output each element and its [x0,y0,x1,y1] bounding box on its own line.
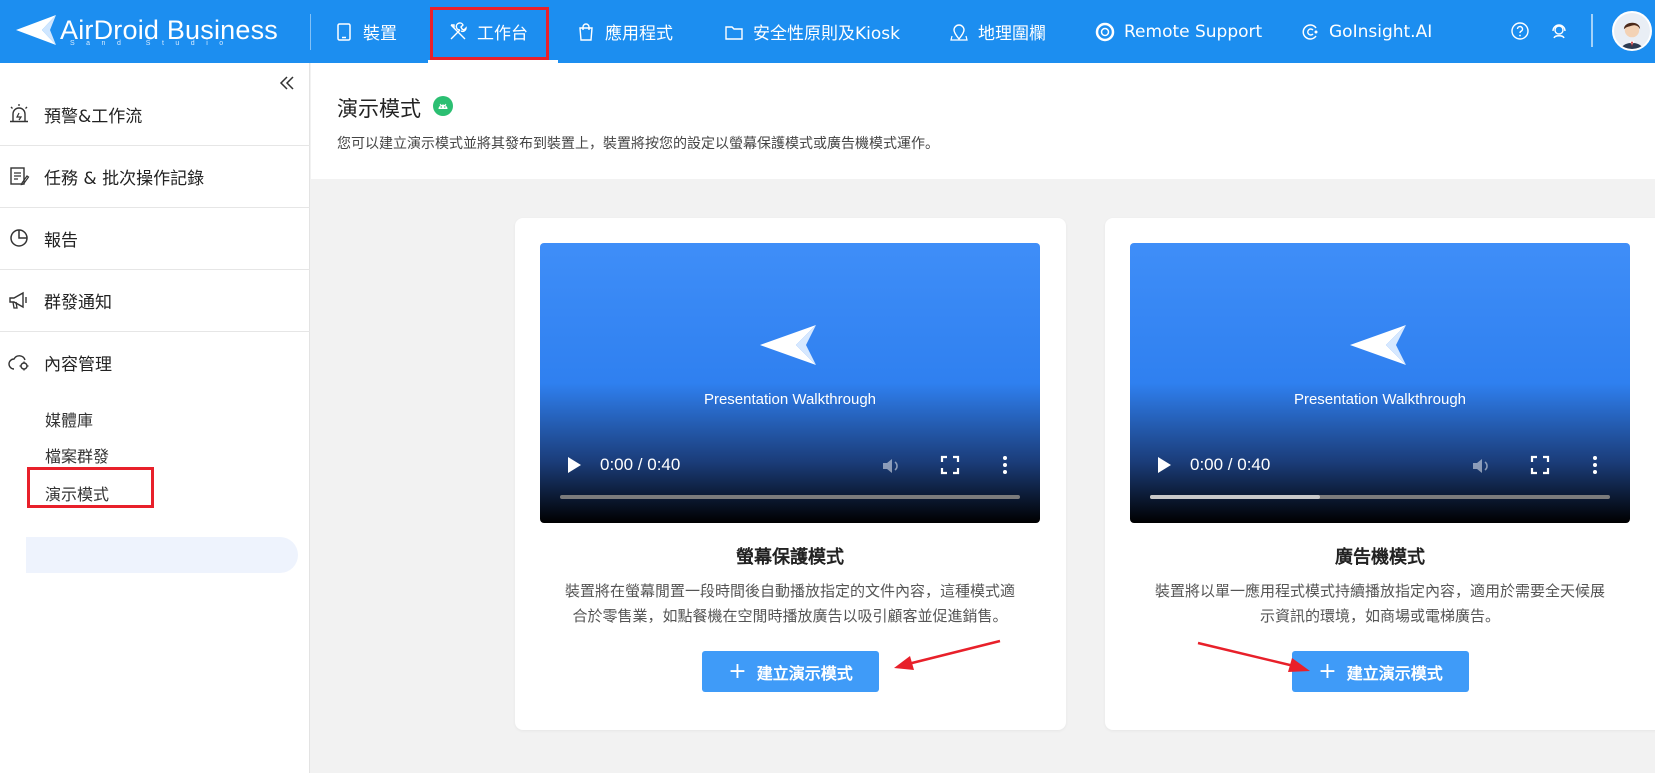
airdroid-logo[interactable]: AirDroid Business Sand Studio [14,10,284,50]
description-line: 合於零售業，如點餐機在空閒時播放廣告以吸引顧客並促進銷售。 [572,607,1008,625]
card-title: 廣告機模式 [1335,547,1425,568]
annotation-arrow [1197,641,1310,672]
sidebar-subitem-media-library[interactable]: 媒體庫 [45,407,93,431]
nav-geofence[interactable]: 地理圍欄 [949,0,1046,63]
video-player[interactable]: Presentation Walkthrough 0:00 / 0:40 [540,243,1040,523]
support-icon[interactable] [1549,21,1569,41]
top-nav-bar: AirDroid Business Sand Studio 裝置 工作台 應用程… [0,0,1655,63]
description-line: 裝置將在螢幕閒置一段時間後自動播放指定的文件內容，這種模式適 [564,582,1015,600]
video-progress-bar[interactable] [1150,495,1610,499]
button-label: 建立演示模式 [756,663,853,683]
folder-icon [725,25,743,40]
sidebar: 預警&工作流 任務 & 批次操作記錄 報告 群發通知 內容管理 媒體庫 檔案群發… [0,63,310,773]
card-title: 螢幕保護模式 [736,547,844,568]
nav-label: GoInsight.AI [1329,21,1433,42]
page-title: 演示模式 [337,97,421,121]
play-icon[interactable] [565,455,583,475]
more-options-icon[interactable] [1592,455,1598,475]
sidebar-item-reports[interactable]: 報告 [0,207,310,270]
description-line: 裝置將以單一應用程式模式持續播放指定內容，適用於需要全天候展 [1154,582,1605,600]
nav-policy-kiosk[interactable]: 安全性原則及Kiosk [724,0,900,63]
card-description: 裝置將以單一應用程式模式持續播放指定內容，適用於需要全天候展 示資訊的環境，如商… [1135,579,1625,629]
video-player[interactable]: Presentation Walkthrough 0:00 / 0:40 [1130,243,1630,523]
sidebar-item-task-log[interactable]: 任務 & 批次操作記錄 [0,145,310,208]
button-label: 建立演示模式 [1346,663,1443,683]
paper-plane-logo-icon [1350,325,1406,365]
avatar-icon [1614,13,1650,49]
android-icon [433,96,453,116]
sidebar-item-label: 任務 & 批次操作記錄 [44,168,205,189]
nav-label: 裝置 [363,24,397,44]
pie-chart-icon [10,229,28,247]
help-icon[interactable] [1510,21,1530,41]
description-line: 示資訊的環境，如商場或電梯廣告。 [1259,607,1500,625]
task-log-icon [10,167,30,186]
nav-label: 安全性原則及Kiosk [753,24,900,44]
user-avatar[interactable] [1612,11,1652,51]
annotation-arrow [894,639,1001,670]
divider [310,14,311,50]
plus-icon: + [728,658,747,684]
sidebar-item-label: 預警&工作流 [44,106,143,127]
nav-apps[interactable]: 應用程式 [576,0,673,63]
sidebar-item-label: 報告 [44,230,78,251]
nav-devices[interactable]: 裝置 [334,0,397,63]
cloud-gear-icon [8,354,29,370]
video-buffer-fill [1150,495,1321,499]
highlight-box-workbench [430,7,549,60]
page-description: 您可以建立演示模式並將其發布到裝置上，裝置將按您的設定以螢幕保護模式或廣告機模式… [337,136,939,152]
logo-subtext: Sand Studio [70,40,235,47]
divider [1591,14,1593,47]
play-icon[interactable] [1155,455,1173,475]
sidebar-subitem-file-transfer[interactable]: 檔案群發 [45,443,109,467]
active-item-background [26,537,298,573]
paper-plane-logo-icon [16,15,56,45]
shopping-bag-icon [579,22,593,41]
map-pin-icon [950,23,968,41]
nav-label: Remote Support [1124,21,1263,42]
nav-label: 應用程式 [605,24,673,44]
card-description: 裝置將在螢幕閒置一段時間後自動播放指定的文件內容，這種模式適 合於零售業，如點餐… [545,579,1035,629]
video-title: Presentation Walkthrough [703,391,877,408]
video-title: Presentation Walkthrough [1293,391,1467,408]
video-progress-bar[interactable] [560,495,1020,499]
plus-icon: + [1318,658,1337,684]
sidebar-item-label: 群發通知 [44,292,112,313]
signage-mode-card: Presentation Walkthrough 0:00 / 0:40 廣告機… [1105,218,1655,730]
megaphone-icon [9,291,27,309]
fullscreen-icon[interactable] [940,455,960,475]
page-header: 演示模式 您可以建立演示模式並將其發布到裝置上，裝置將按您的設定以螢幕保護模式或… [311,63,1655,179]
insight-icon [1302,23,1318,40]
video-time: 0:00 / 0:40 [1190,455,1271,474]
lifebuoy-icon [1095,22,1115,41]
highlight-box-presentation-mode [27,467,154,508]
video-time: 0:00 / 0:40 [600,455,681,474]
create-presentation-button[interactable]: + 建立演示模式 [702,651,879,692]
tablet-icon [337,22,351,41]
sidebar-item-broadcast[interactable]: 群發通知 [0,269,310,332]
more-options-icon[interactable] [1002,455,1008,475]
fullscreen-icon[interactable] [1530,455,1550,475]
sidebar-item-alerts-workflow[interactable]: 預警&工作流 [0,83,310,146]
volume-icon[interactable] [880,455,902,477]
sidebar-item-content-management[interactable]: 內容管理 [0,331,310,394]
nav-remote-support[interactable]: Remote Support [1095,0,1262,63]
paper-plane-logo-icon [760,325,816,365]
volume-icon[interactable] [1470,455,1492,477]
nav-label: 地理圍欄 [978,24,1046,44]
alarm-icon [10,104,28,123]
nav-goinsight[interactable]: GoInsight.AI [1300,0,1432,63]
create-presentation-button[interactable]: + 建立演示模式 [1292,651,1469,692]
sidebar-item-label: 內容管理 [44,355,112,375]
